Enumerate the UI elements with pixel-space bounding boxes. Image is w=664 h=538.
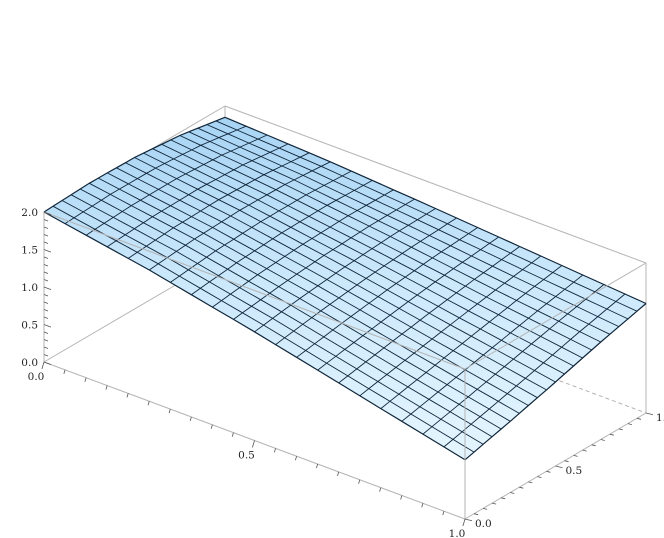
- y-tick-label: 0.5: [566, 465, 583, 477]
- y-tick: [519, 486, 524, 489]
- z-tick-label: 2.0: [21, 207, 38, 219]
- z-tick: [43, 226, 49, 229]
- x-tick: [126, 393, 129, 398]
- x-tick: [337, 471, 340, 477]
- y-tick-label: 1.0: [656, 412, 664, 424]
- y-tick-label: 0.0: [475, 518, 492, 530]
- x-tick: [189, 416, 192, 422]
- z-tick: [43, 346, 49, 349]
- surface-plot: 0.0 0.5 1.0 1.5 2.0 0.0 0.5 1.0 0.0 0.5 1.0: [21, 105, 664, 538]
- z-tick: [43, 339, 49, 342]
- x-tick: [84, 377, 87, 382]
- y-tick: [564, 460, 569, 463]
- surface-mesh: [43, 116, 647, 461]
- z-tick: [43, 331, 49, 334]
- z-tick: [43, 256, 49, 259]
- z-tick: [43, 264, 49, 267]
- z-tick: [43, 361, 52, 365]
- x-tick: [358, 479, 361, 484]
- x-tick-label: 1.0: [449, 528, 466, 538]
- y-tick: [473, 513, 479, 516]
- x-tick: [210, 424, 213, 429]
- y-tick: [591, 444, 596, 447]
- y-tick: [573, 455, 578, 457]
- z-tick: [43, 309, 49, 312]
- y-tick: [492, 502, 497, 505]
- y-tick: [582, 449, 587, 452]
- x-tick: [63, 369, 66, 374]
- y-tick: [528, 481, 533, 484]
- y-tick: [618, 428, 623, 431]
- z-tick: [43, 279, 49, 282]
- x-tick: [442, 511, 445, 516]
- y-tick: [464, 518, 473, 522]
- z-tick: [43, 294, 49, 297]
- x-tick: [295, 456, 297, 461]
- x-tick: [105, 385, 108, 390]
- z-tick: [43, 286, 52, 290]
- y-tick: [546, 470, 551, 473]
- x-tick: [41, 361, 45, 370]
- z-tick: [43, 271, 49, 274]
- y-tick: [600, 439, 605, 441]
- z-tick: [43, 354, 49, 357]
- z-tick: [43, 241, 49, 244]
- y-tick: [636, 417, 642, 420]
- x-tick: [462, 518, 466, 527]
- x-tick: [147, 401, 150, 406]
- x-tick: [379, 487, 382, 492]
- y-tick: [501, 497, 506, 500]
- x-tick: [316, 463, 319, 469]
- x-tick: [231, 432, 234, 437]
- y-tick: [537, 476, 542, 478]
- x-tick: [400, 495, 403, 500]
- z-tick: [43, 249, 52, 253]
- z-tick-label: 1.5: [21, 245, 38, 257]
- y-tick: [483, 508, 488, 510]
- z-tick-label: 0.5: [21, 320, 38, 332]
- z-tick: [43, 219, 49, 222]
- y-tick: [645, 412, 654, 416]
- x-tick: [273, 448, 276, 453]
- z-tick-label: 1.0: [21, 282, 38, 294]
- z-tick: [43, 234, 49, 237]
- y-tick: [609, 433, 614, 436]
- y-tick: [627, 423, 632, 425]
- z-tick: [43, 316, 49, 319]
- z-tick: [43, 301, 49, 304]
- z-tick: [43, 324, 52, 328]
- x-tick-label: 0.0: [28, 371, 45, 383]
- z-tick-label: 0.0: [21, 357, 38, 369]
- x-tick: [252, 440, 255, 448]
- x-tick: [421, 503, 424, 508]
- y-tick: [510, 492, 515, 494]
- x-tick: [168, 408, 171, 414]
- x-tick-label: 0.5: [238, 450, 255, 462]
- y-tick: [555, 465, 563, 469]
